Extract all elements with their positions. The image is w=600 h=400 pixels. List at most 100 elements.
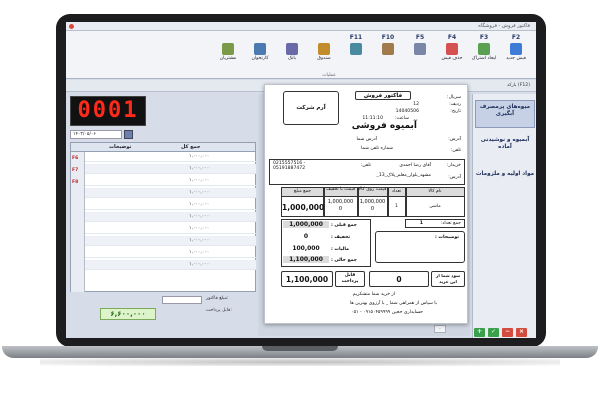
benefit-label: سود شما از این خرید [435, 273, 461, 284]
settings-icon [382, 43, 394, 55]
table-row[interactable]: ۱,۰۰۰,۰۰۰ [85, 200, 256, 210]
category-item[interactable]: مواد اولیه و ملزومات [475, 168, 535, 196]
ribbon-button[interactable]: مشتریان [214, 34, 242, 72]
ribbon-button[interactable]: بانک [278, 34, 306, 72]
table-row[interactable]: ۱,۰۰۰,۰۰۰ [85, 152, 256, 162]
payable-label: قابل پرداخت [341, 273, 359, 284]
row-amount: ۱,۰۰۰,۰۰۰ [189, 178, 210, 183]
keypad-key[interactable]: ۰ [434, 325, 446, 333]
calendar-icon[interactable] [124, 130, 133, 139]
ribbon-button[interactable]: F3 ایجاد اشتراک [470, 34, 498, 72]
row-amount: ۱,۰۰۰,۰۰۰ [189, 202, 210, 207]
date-label: تاریخ: [450, 109, 461, 114]
count-value: 1 [419, 221, 423, 226]
buyer-phone-label: تلفن: [360, 163, 371, 168]
table-row[interactable]: ۱,۰۰۰,۰۰۰ [85, 188, 256, 198]
row-amount: ۱,۰۰۰,۰۰۰ [189, 190, 210, 195]
action-button[interactable]: − [502, 328, 513, 337]
row-amount: ۱,۰۰۰,۰۰۰ [189, 166, 210, 171]
ribbon-fkey: F4 [447, 34, 457, 41]
ribbon-label: فیش جدید [506, 56, 526, 61]
table-row[interactable]: ۱,۰۰۰,۰۰۰ [85, 248, 256, 258]
ribbon-label: صندوق [317, 56, 331, 61]
title-bar: فاکتور فروش - فروشگاه [66, 22, 536, 31]
total-amount: ۶,۶۰۰,۰۰۰ [100, 308, 156, 320]
ribbon-button[interactable]: F5 [406, 34, 434, 72]
ribbon-group-label: عملیات [322, 73, 336, 78]
item-qty: 1 [395, 204, 398, 209]
delete-receipt-icon [446, 43, 458, 55]
category-panel: میوه‌های پرمصرف آبگیری آبمیوه و نوشیدنی … [472, 94, 536, 338]
ribbon-button[interactable]: F2 فیش جدید [502, 34, 530, 72]
table-row[interactable]: ۱,۰۰۰,۰۰۰ [85, 260, 256, 270]
category-item[interactable]: میوه‌های پرمصرف آبگیری [475, 100, 535, 128]
footer-line-2: حسابداری حجین ۰۹۱۵۰۴۵۹۹۹۹ - ۰۵۱ [351, 310, 423, 315]
row-amount: ۱,۰۰۰,۰۰۰ [189, 154, 210, 159]
table-row[interactable]: ۱,۰۰۰,۰۰۰ [85, 224, 256, 234]
th-sum: جمع مبلغ [293, 189, 312, 194]
report-icon [350, 43, 362, 55]
ribbon-fkey: F11 [349, 34, 363, 41]
discount-value: 0 [303, 233, 309, 240]
stage: فاکتور فروش - فروشگاه F2 فیش جدید F3 ایجاد … [0, 0, 600, 400]
tax-label: مالیات : [331, 247, 349, 252]
grid-side-key[interactable]: F7 [72, 168, 84, 173]
buyer-label: خریدار: [446, 163, 461, 168]
window-title: فاکتور فروش - فروشگاه [478, 23, 530, 29]
ribbon-fkey: F10 [381, 34, 395, 41]
grand-value: 1,100,000 [283, 256, 329, 263]
ribbon-fkey [214, 34, 242, 42]
category-item[interactable]: آبمیوه و نوشیدنی آماده [475, 134, 535, 162]
ribbon-fkey: F5 [415, 34, 425, 41]
row-amount: ۱,۰۰۰,۰۰۰ [189, 262, 210, 267]
barcode-label: بارکد (F12) [506, 83, 530, 88]
table-row[interactable]: ۱,۰۰۰,۰۰۰ [85, 164, 256, 174]
benefit-value: 0 [396, 275, 402, 284]
ribbon-fkey: F2 [511, 34, 521, 41]
action-button[interactable]: ✓ [488, 328, 499, 337]
customers-icon [222, 43, 234, 55]
date-value: 14040506 [395, 109, 419, 114]
serial-label: سریال: [447, 95, 461, 100]
discount-label: تخفیف : [331, 235, 351, 240]
date-field[interactable]: ۱۴۰۳/۰۵/۰۶ [70, 130, 122, 139]
action-button[interactable]: × [516, 328, 527, 337]
row-label: ردیف: [449, 102, 461, 107]
new-receipt-icon [510, 43, 522, 55]
app-screen: فاکتور فروش - فروشگاه F2 فیش جدید F3 ایجاد … [66, 22, 536, 338]
shop-name: آبمیوه فروشی [351, 121, 417, 131]
close-icon[interactable] [69, 24, 74, 29]
th-name: نام کالا [428, 189, 442, 194]
table-row[interactable]: ۱,۰۰۰,۰۰۰ [85, 176, 256, 186]
card-reader-icon [254, 43, 266, 55]
invoice-title: فاکتور فروش [355, 91, 411, 100]
ribbon-button[interactable]: F11 [342, 34, 370, 72]
grid-side-key[interactable]: F8 [72, 180, 84, 185]
thanks-text: از خرید شما متشکریم [352, 292, 395, 297]
row-amount: ۱,۰۰۰,۰۰۰ [189, 250, 210, 255]
footer-line-1: با سپاس از همراهی شما _ با آرزوی بهترین … [349, 301, 437, 306]
ribbon-button[interactable]: کارتخوان [246, 34, 274, 72]
tax-value: 100,000 [292, 245, 320, 252]
addr-value: آدرس شما [356, 137, 377, 142]
item-discount-2: 0 [338, 206, 343, 212]
laptop-notch [262, 346, 338, 351]
table-row[interactable]: ۱,۰۰۰,۰۰۰ [85, 212, 256, 222]
grid-side-key[interactable]: F6 [72, 156, 84, 161]
item-discount: 1,000,000 [327, 199, 354, 205]
subtotal-label: جمع قبلی : [331, 223, 357, 228]
th-qty: تعداد [391, 189, 402, 194]
ribbon-button[interactable]: F4 حذف فیش [438, 34, 466, 72]
ribbon-button[interactable]: F10 [374, 34, 402, 72]
table-row[interactable]: ۱,۰۰۰,۰۰۰ [85, 236, 256, 246]
buyer-name: آقای رضا احمدی [399, 163, 431, 168]
grid-header-desc: توضیحات [109, 144, 132, 150]
action-bar: + ✓ − × [474, 328, 534, 337]
action-button[interactable]: + [474, 328, 485, 337]
digital-display: 0001 [70, 96, 146, 126]
sum-label: مبلغ فاکتور: [206, 296, 229, 301]
ribbon-button[interactable]: صندوق [310, 34, 338, 72]
th-discount: قیمت با تخفیف [325, 187, 356, 192]
sum-field[interactable] [162, 296, 202, 304]
item-name: ماشی [429, 204, 441, 209]
